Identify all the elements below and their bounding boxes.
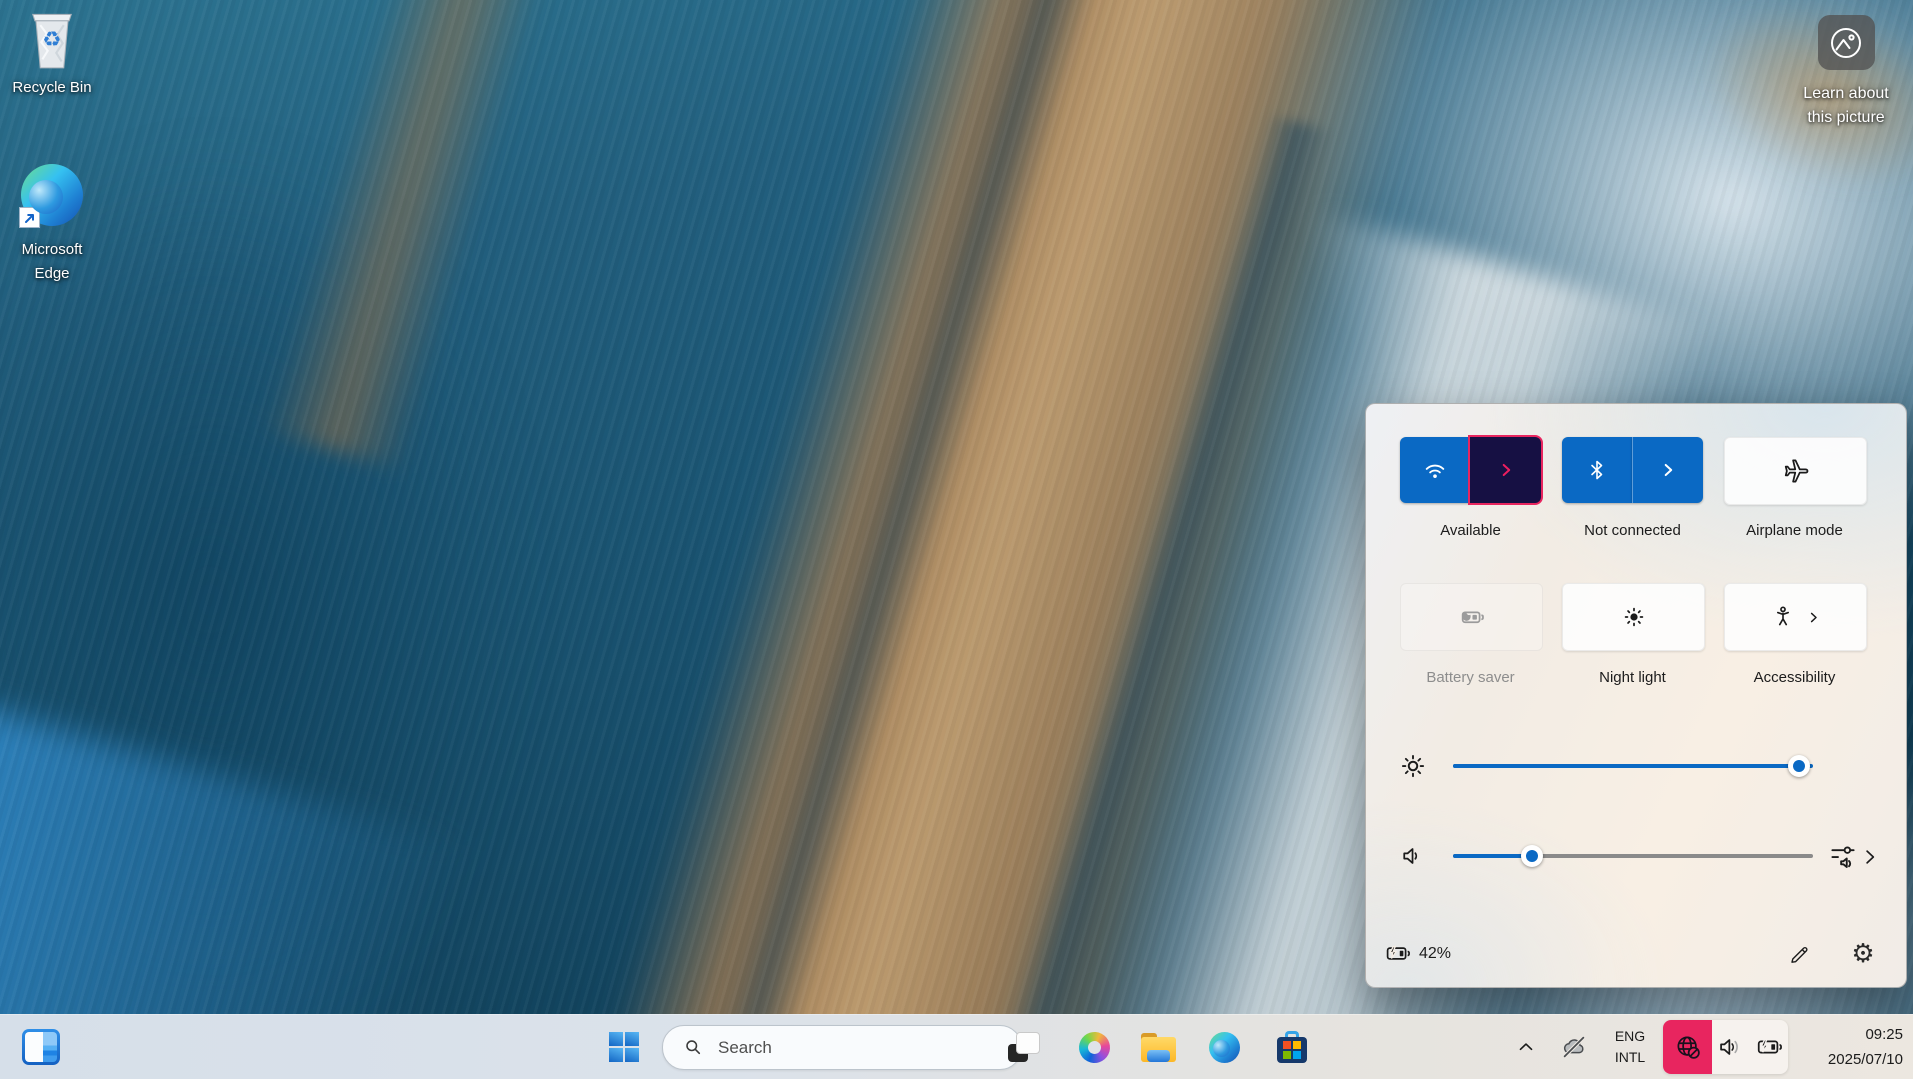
language-line2: INTL (1615, 1047, 1645, 1068)
accessibility-tile-label: Accessibility (1724, 668, 1865, 688)
speaker-icon (1399, 842, 1427, 870)
microsoft-store-icon (1277, 1031, 1307, 1063)
quick-settings-panel: Available Not connected Airplane mode (1365, 403, 1907, 988)
chevron-right-icon (1657, 459, 1679, 481)
tray-clock[interactable]: 09:25 2025/07/10 (1828, 1022, 1903, 1072)
widgets-button[interactable] (22, 1029, 60, 1065)
airplane-mode-tile[interactable] (1724, 437, 1867, 505)
wifi-toggle[interactable] (1400, 437, 1470, 503)
wifi-icon (1422, 457, 1448, 483)
brightness-slider[interactable] (1453, 764, 1813, 768)
desktop-icon-label-line2: Edge (6, 262, 98, 286)
audio-mixer-icon (1828, 842, 1858, 872)
chevron-up-icon (1515, 1036, 1537, 1058)
search-icon (683, 1037, 704, 1058)
picture-info-icon (1818, 15, 1875, 70)
taskbar-store-button[interactable] (1274, 1030, 1310, 1064)
chevron-right-icon (1860, 847, 1880, 867)
desktop-icon-label: Recycle Bin (6, 78, 98, 98)
brightness-icon (1396, 749, 1430, 783)
edge-icon (1209, 1032, 1240, 1063)
gear-icon: ⚙ (1851, 940, 1874, 966)
network-status-button[interactable] (1663, 1020, 1712, 1074)
night-light-tile-label: Night light (1562, 668, 1703, 688)
airplane-icon (1781, 456, 1811, 486)
tray-onedrive-button[interactable] (1558, 1031, 1590, 1063)
copilot-icon (1074, 1027, 1113, 1066)
night-light-icon (1620, 603, 1648, 631)
battery-saver-tile-label: Battery saver (1400, 668, 1541, 688)
onedrive-cloud-slash-icon (1559, 1032, 1589, 1062)
pencil-icon (1787, 943, 1811, 967)
taskbar-edge-button[interactable] (1206, 1030, 1242, 1064)
volume-thumb[interactable] (1521, 845, 1543, 867)
desktop: ♻ Recycle Bin Microsoft Edge (0, 0, 1913, 1079)
night-light-tile[interactable] (1562, 583, 1705, 651)
chevron-right-icon (1495, 459, 1517, 481)
battery-charging-icon (1755, 1033, 1783, 1061)
airplane-mode-tile-label: Airplane mode (1724, 521, 1865, 541)
clock-time: 09:25 (1828, 1022, 1903, 1047)
desktop-icon-microsoft-edge[interactable]: Microsoft Edge (6, 164, 98, 286)
wifi-expand[interactable] (1470, 437, 1541, 503)
widgets-icon (25, 1032, 57, 1062)
taskbar-copilot-button[interactable] (1076, 1030, 1112, 1064)
edit-quick-settings-button[interactable] (1784, 940, 1814, 970)
start-button[interactable] (605, 1028, 643, 1066)
battery-status[interactable]: 42% (1384, 940, 1451, 967)
bluetooth-tile-label: Not connected (1562, 521, 1703, 541)
windows-logo-icon (609, 1032, 640, 1063)
svg-text:♻: ♻ (42, 27, 61, 51)
desktop-icon-learn-about-picture[interactable]: Learn about this picture (1800, 12, 1892, 130)
desktop-icon-label-line2: this picture (1800, 106, 1892, 130)
tray-quick-settings-button[interactable] (1663, 1020, 1788, 1074)
battery-saver-tile (1400, 583, 1543, 651)
bluetooth-icon (1585, 458, 1609, 482)
volume-mute-button[interactable] (1396, 839, 1430, 873)
accessibility-tile[interactable] (1724, 583, 1867, 651)
tray-battery-button[interactable] (1750, 1020, 1788, 1074)
shortcut-arrow-icon (19, 207, 40, 228)
search-input[interactable] (716, 1037, 960, 1059)
open-settings-button[interactable]: ⚙ (1848, 938, 1878, 968)
sound-output-button[interactable] (1828, 842, 1892, 872)
tray-language-button[interactable]: ENG INTL (1604, 1025, 1656, 1069)
tray-show-hidden-icons-button[interactable] (1514, 1033, 1538, 1061)
brightness-thumb[interactable] (1788, 755, 1810, 777)
speaker-waves-icon (1717, 1033, 1745, 1061)
tray-volume-button[interactable] (1712, 1020, 1750, 1074)
task-view-icon (1008, 1032, 1040, 1062)
chevron-right-icon (1806, 610, 1821, 625)
desktop-icon-recycle-bin[interactable]: ♻ Recycle Bin (6, 8, 98, 98)
globe-no-internet-icon (1673, 1032, 1703, 1062)
taskbar-task-view-button[interactable] (1006, 1030, 1042, 1064)
accessibility-icon (1770, 604, 1796, 630)
bluetooth-toggle[interactable] (1562, 437, 1632, 503)
taskbar-search[interactable] (662, 1025, 1022, 1070)
bluetooth-expand[interactable] (1632, 437, 1704, 503)
bluetooth-tile[interactable] (1562, 437, 1703, 503)
taskbar-file-explorer-button[interactable] (1140, 1030, 1176, 1064)
desktop-icon-label-line1: Microsoft (6, 238, 98, 262)
edge-logo-icon (6, 164, 98, 226)
file-explorer-icon (1141, 1033, 1176, 1062)
wifi-tile-label: Available (1400, 521, 1541, 541)
language-line1: ENG (1615, 1026, 1645, 1047)
desktop-icon-label-line1: Learn about (1800, 82, 1892, 106)
brightness-fill (1453, 764, 1799, 768)
battery-saver-icon (1458, 603, 1486, 631)
clock-date: 2025/07/10 (1828, 1047, 1903, 1072)
taskbar: ENG INTL (0, 1014, 1913, 1079)
wifi-tile[interactable] (1400, 437, 1541, 503)
battery-percent-label: 42% (1419, 945, 1451, 963)
battery-charging-icon (1384, 940, 1411, 967)
volume-slider[interactable] (1453, 854, 1813, 858)
recycle-bin-icon: ♻ (6, 8, 98, 70)
